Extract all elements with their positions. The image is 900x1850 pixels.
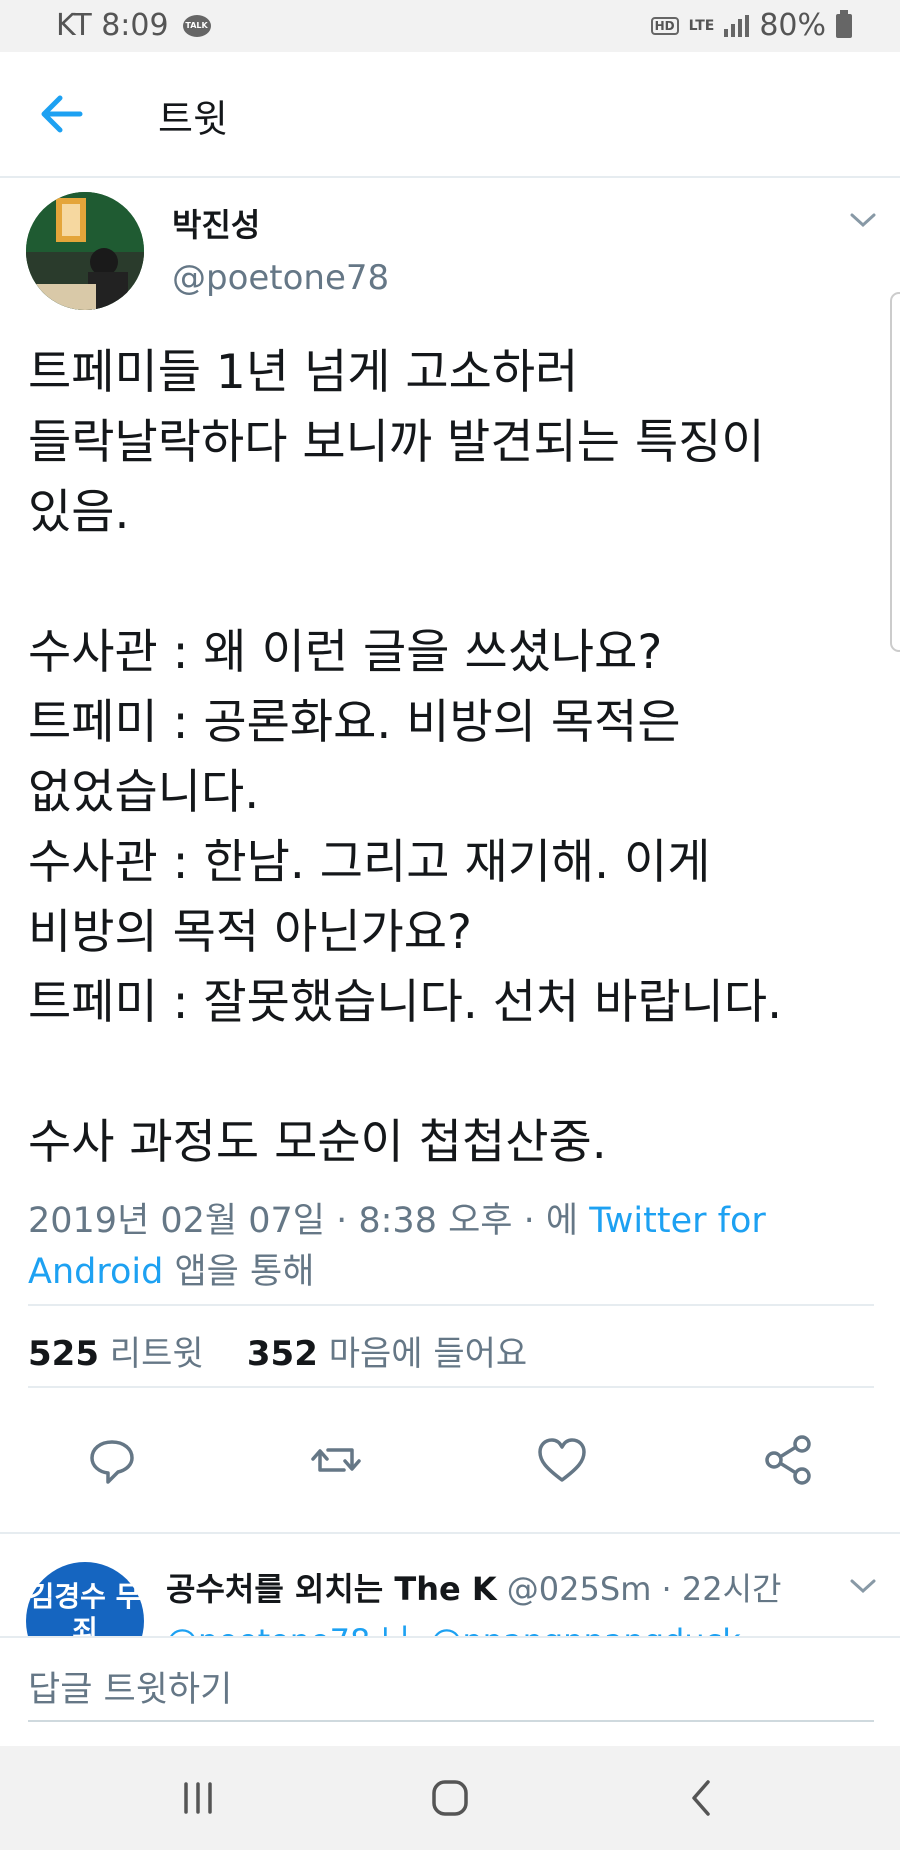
back-button[interactable]: [36, 92, 88, 136]
avatar-photo: [26, 192, 144, 310]
carrier-time: KT 8:09: [56, 8, 169, 43]
home-icon: [432, 1780, 468, 1816]
reply-author-name[interactable]: 공수처를 외치는 The K: [166, 1570, 497, 1608]
reply-input[interactable]: [28, 1660, 874, 1722]
share-icon: [765, 1435, 811, 1485]
author-name[interactable]: 박진성: [172, 200, 260, 246]
reply-avatar[interactable]: 김경수 무죄: [26, 1562, 144, 1638]
like-label: 마음에 들어요: [328, 1334, 528, 1374]
retweet-count: 525: [28, 1334, 99, 1374]
retweet-button[interactable]: [306, 1430, 366, 1490]
reply-button[interactable]: [82, 1430, 142, 1490]
retweet-label: 리트윗: [109, 1334, 204, 1374]
arrow-left-icon: [41, 95, 83, 133]
tweet-text: 트페미들 1년 넘게 고소하러 들락날락하다 보니까 발견되는 특징이 있음. …: [28, 345, 783, 1170]
reply-handle-time: @025Sm · 22시간: [506, 1570, 782, 1608]
status-bar: KT 8:09 TALK HD LTE 80%: [0, 0, 900, 52]
retweets-stat[interactable]: 525 리트윗: [28, 1334, 214, 1374]
tweet-actions: [0, 1430, 900, 1510]
page-title: 트윗: [158, 97, 228, 141]
divider: [28, 1386, 874, 1388]
heart-icon: [538, 1438, 586, 1482]
like-count: 352: [246, 1334, 318, 1374]
recent-apps-icon: [184, 1782, 212, 1814]
status-left: KT 8:09 TALK: [56, 8, 211, 43]
hd-voice-icon: HD: [650, 16, 679, 35]
battery-icon: [836, 9, 852, 38]
status-right: HD LTE 80%: [650, 8, 852, 43]
author-avatar[interactable]: [26, 192, 144, 310]
tweet-menu-button[interactable]: [848, 210, 878, 230]
reply-author: 공수처를 외치는 The K @025Sm · 22시간: [166, 1564, 781, 1610]
reply-icon: [90, 1440, 134, 1484]
reply-menu-button[interactable]: [848, 1576, 878, 1596]
divider: [28, 1304, 874, 1306]
reply-composer: [0, 1636, 900, 1748]
author-handle[interactable]: @poetone78: [172, 258, 389, 298]
tweet-meta: 2019년 02월 07일 · 8:38 오후 · 에 Twitter for …: [28, 1196, 848, 1298]
chevron-down-icon: [850, 1579, 876, 1594]
retweet-icon: [311, 1448, 361, 1472]
signal-icon: [724, 14, 750, 37]
recent-apps-button[interactable]: [168, 1778, 228, 1818]
kakaotalk-icon: TALK: [182, 14, 211, 37]
tweet-client-suffix: 앱을 통해: [174, 1252, 315, 1292]
reply-tweet[interactable]: 김경수 무죄 공수처를 외치는 The K @025Sm · 22시간 @poe…: [0, 1532, 900, 1638]
reply-text: @poetone78 님, @ppangppangduck: [166, 1616, 741, 1638]
like-button[interactable]: [532, 1430, 592, 1490]
tweet-stats: 525 리트윗 352 마음에 들어요: [28, 1326, 527, 1375]
scrollbar[interactable]: [890, 292, 900, 652]
share-button[interactable]: [758, 1430, 818, 1490]
home-button[interactable]: [420, 1778, 480, 1818]
likes-stat[interactable]: 352 마음에 들어요: [247, 1334, 527, 1374]
chevron-down-icon: [850, 213, 876, 228]
android-nav-bar: [0, 1746, 900, 1850]
tweet-timestamp: 2019년 02월 07일 · 8:38 오후 · 에: [28, 1201, 579, 1241]
app-bar: 트윗: [0, 52, 900, 178]
battery-percent: 80%: [759, 8, 826, 43]
lte-icon: LTE: [688, 17, 715, 34]
chevron-left-icon: [692, 1780, 710, 1816]
back-nav-button[interactable]: [672, 1778, 732, 1818]
